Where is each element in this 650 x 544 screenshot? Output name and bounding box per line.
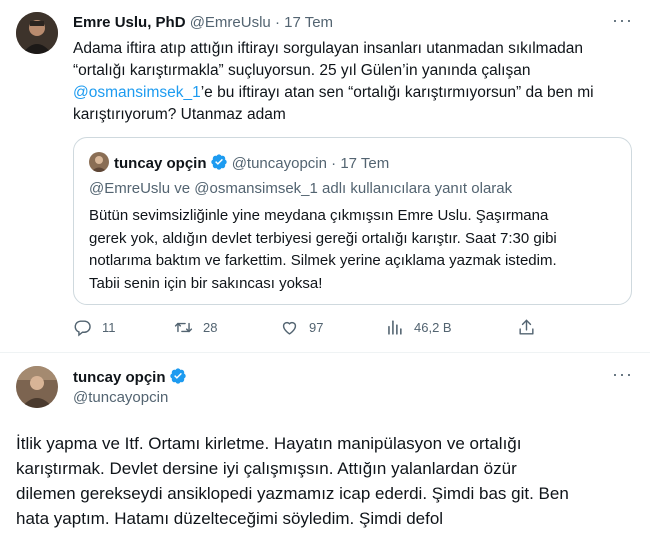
quoted-text-line: notlarıma baktım ve farkettim. Silmek ye… [89, 252, 557, 269]
main-author-name-row: tuncay opçin [73, 367, 187, 386]
share-button[interactable] [517, 318, 546, 337]
tweet-text-line: Adama iftira atıp attığın iftirayı sorgu… [73, 40, 584, 57]
like-button[interactable]: 97 [280, 318, 323, 337]
quoted-author-name[interactable]: tuncay opçin [114, 155, 207, 172]
main-author-name[interactable]: tuncay opçin [73, 369, 166, 386]
views-button[interactable]: 46,2 B [385, 318, 452, 337]
quoted-text-line: Bütün sevimsizliğinle yine meydana çıkmı… [89, 207, 549, 224]
tweet-date[interactable]: 17 Tem [284, 14, 333, 31]
avatar-photo-icon [16, 12, 58, 54]
author-handle[interactable]: @EmreUslu [190, 14, 271, 31]
tweet-divider [0, 352, 650, 353]
main-text-line: karıştırmak. Devlet dersine iyi çalışmış… [16, 459, 517, 478]
reply-to-label: @EmreUslu ve @osmansimsek_1 adlı kullanı… [89, 180, 513, 197]
separator-dot: · [331, 155, 337, 172]
verified-badge-icon [169, 368, 186, 384]
main-tweet-text: İtlik yapma ve Itf. Ortamı kirletme. Hay… [16, 431, 636, 531]
more-options-icon[interactable]: ··· [612, 364, 633, 385]
retweet-button[interactable]: 28 [174, 318, 217, 337]
tweet-text: Adama iftira atıp attığın iftirayı sorgu… [73, 38, 638, 126]
quoted-author-handle[interactable]: @tuncayopcin [232, 155, 327, 172]
tweet-text-fragment: ’e bu iftirayı atan sen “ortalığı karışt… [200, 84, 594, 101]
separator-dot: · [274, 14, 280, 31]
mention-link[interactable]: @osmansimsek_1 [73, 84, 201, 101]
quoted-text-line: Tabii senin için bir sakıncası yoksa! [89, 274, 323, 292]
quoted-tweet-header: tuncay opçin @tuncayopcin · 17 Tem [114, 153, 389, 172]
main-text-line: dilemen gerekseydi ansiklopedi yazmamız … [16, 484, 569, 503]
avatar-photo-icon [89, 152, 109, 172]
views-chart-icon [388, 320, 402, 335]
tweet-header: Emre Uslu, PhD @EmreUslu · 17 Tem [73, 14, 333, 31]
main-text-line: hata yaptım. Hatamı düzelteceğimi söyled… [16, 509, 444, 528]
avatar-tuncay-opcin-small[interactable] [89, 152, 109, 172]
avatar-emre-uslu[interactable] [16, 12, 58, 54]
heart-icon [282, 321, 297, 335]
like-count: 97 [309, 320, 324, 335]
main-author-handle[interactable]: @tuncayopcin [73, 389, 168, 406]
share-icon [519, 319, 534, 335]
avatar-photo-icon [16, 366, 58, 408]
quoted-text-line: gerek yok, aldığın devlet terbiyesi gere… [89, 229, 557, 247]
tweet-text-line: karıştırıyorum? Utanmaz adam [73, 106, 286, 123]
views-count: 46,2 B [414, 320, 452, 335]
quoted-tweet-text: Bütün sevimsizliğinle yine meydana çıkmı… [89, 205, 629, 295]
tweet-text-line: “ortalığı karıştırmakla” suçluyorsun. 25… [73, 62, 531, 79]
quoted-tweet-date[interactable]: 17 Tem [340, 155, 389, 172]
verified-badge-icon [210, 154, 227, 170]
retweet-icon [174, 322, 193, 333]
main-text-line: İtlik yapma ve Itf. Ortamı kirletme. Hay… [16, 434, 522, 453]
avatar-tuncay-opcin[interactable] [16, 366, 58, 408]
more-options-icon[interactable]: ··· [612, 10, 633, 31]
tweet-text-line: @osmansimsek_1’e bu iftirayı atan sen “o… [73, 82, 638, 104]
retweet-count: 28 [203, 320, 218, 335]
reply-button[interactable]: 11 [73, 318, 116, 337]
author-name[interactable]: Emre Uslu, PhD [73, 14, 186, 31]
reply-count: 11 [102, 320, 116, 335]
reply-icon [74, 320, 91, 337]
